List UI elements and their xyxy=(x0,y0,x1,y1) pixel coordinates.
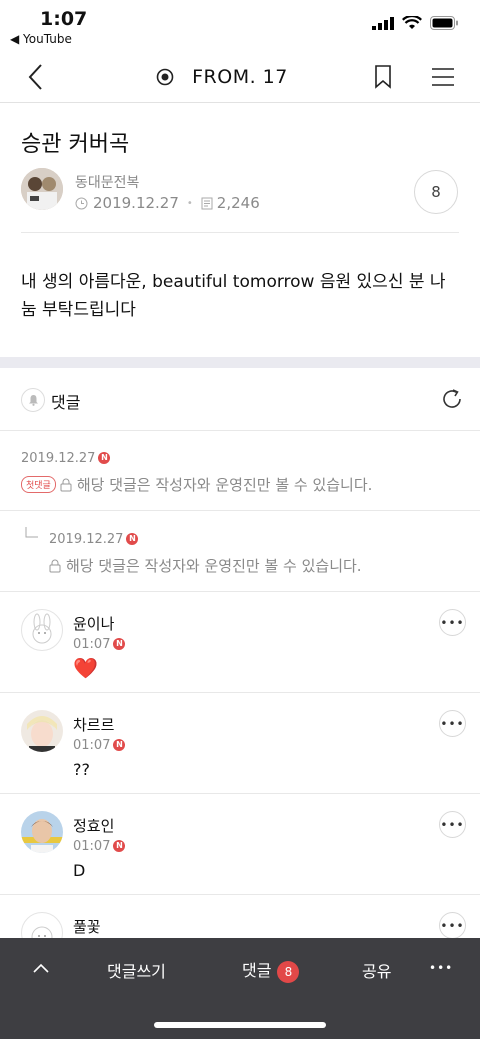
battery-icon xyxy=(430,16,458,30)
locked-comment-text: 해당 댓글은 작성자와 운영진만 볼 수 있습니다. xyxy=(66,557,362,575)
lock-icon xyxy=(49,559,61,572)
divider xyxy=(0,510,480,511)
signal-icon xyxy=(372,16,394,30)
commenter-avatar[interactable] xyxy=(21,710,63,752)
more-dots-icon: ••• xyxy=(440,918,465,933)
home-indicator xyxy=(154,1022,326,1028)
author-avatar[interactable] xyxy=(21,168,63,210)
comment-time: 01:07 xyxy=(73,738,111,753)
navigation-bar: FROM. 17 xyxy=(0,52,480,103)
comment-more-button[interactable]: ••• xyxy=(439,609,466,636)
locked-reply-body: 해당 댓글은 작성자와 운영진만 볼 수 있습니다. xyxy=(49,555,362,576)
view-count: 2,246 xyxy=(216,194,260,212)
comment-count-button[interactable]: 8 xyxy=(414,170,458,214)
comment-more-button[interactable]: ••• xyxy=(439,912,466,939)
back-to-youtube-link[interactable]: ◀ YouTube xyxy=(10,32,72,46)
comments-header: 댓글 xyxy=(0,368,480,431)
wifi-icon xyxy=(402,16,422,29)
notification-bell-icon[interactable] xyxy=(21,388,45,412)
comments-button-label: 댓글 xyxy=(242,961,272,980)
post-date: 2019.12.27 xyxy=(93,194,179,212)
locked-comment-body: 첫댓글 해당 댓글은 작성자와 운영진만 볼 수 있습니다. xyxy=(21,474,372,495)
new-badge: N xyxy=(126,532,139,545)
back-chevron-icon[interactable] xyxy=(20,62,50,92)
comments-button[interactable]: 댓글 8 xyxy=(242,957,300,983)
refresh-icon[interactable] xyxy=(440,387,464,411)
commenter-name[interactable]: 풀꽃 xyxy=(73,916,101,937)
commenter-name[interactable]: 정효인 xyxy=(73,815,114,836)
cafe-title: FROM. 17 xyxy=(192,66,288,88)
bottom-action-bar: 댓글쓰기 댓글 8 공유 ••• xyxy=(0,938,480,1039)
comment-time-row: 01:07 N xyxy=(73,633,126,652)
locked-comment-text: 해당 댓글은 작성자와 운영진만 볼 수 있습니다. xyxy=(76,476,373,494)
new-badge: N xyxy=(113,839,126,852)
meta-separator: • xyxy=(186,197,193,209)
lock-icon xyxy=(60,478,72,491)
menu-icon[interactable] xyxy=(428,62,458,92)
write-comment-button[interactable]: 댓글쓰기 xyxy=(107,958,166,982)
comment-text: ?? xyxy=(73,760,90,779)
comment-date: 2019.12.27 xyxy=(21,451,96,466)
section-divider xyxy=(0,357,480,368)
locked-comment: 2019.12.27 N xyxy=(21,447,111,466)
more-dots-icon: ••• xyxy=(440,615,465,630)
comment-time: 01:07 xyxy=(73,839,111,854)
comment-more-button[interactable]: ••• xyxy=(439,710,466,737)
new-badge: N xyxy=(113,738,126,751)
reply-arrow-icon xyxy=(25,527,38,538)
comment-text: ❤️ xyxy=(73,656,98,680)
status-icons xyxy=(372,16,458,30)
divider xyxy=(0,692,480,693)
comments-count-badge: 8 xyxy=(277,960,300,983)
first-comment-tag: 첫댓글 xyxy=(21,476,56,493)
author-name[interactable]: 동대문전복 xyxy=(75,172,139,192)
clock-icon xyxy=(75,197,88,209)
divider xyxy=(21,232,459,233)
share-button[interactable]: 공유 xyxy=(362,958,391,982)
scroll-top-chevron-icon[interactable] xyxy=(28,956,54,980)
post-body: 내 생의 아름다운, beautiful tomorrow 음원 있으신 분 나… xyxy=(21,272,446,320)
post-title: 승관 커버곡 xyxy=(21,132,130,157)
views-icon xyxy=(201,197,213,209)
comments-label: 댓글 xyxy=(51,393,81,412)
live-record-icon[interactable] xyxy=(150,62,180,92)
comment-date: 2019.12.27 xyxy=(49,532,124,547)
locked-reply: 2019.12.27 N xyxy=(49,528,139,547)
commenter-name[interactable]: 차르르 xyxy=(73,714,114,735)
more-dots-icon: ••• xyxy=(440,817,465,832)
bookmark-icon[interactable] xyxy=(368,62,398,92)
post-meta: 2019.12.27 • 2,246 xyxy=(75,194,260,212)
comment-time-row: 01:07 N xyxy=(73,835,126,854)
divider xyxy=(0,793,480,794)
new-badge: N xyxy=(98,451,111,464)
comment-time-row: 01:07 N xyxy=(73,734,126,753)
status-time: 1:07 xyxy=(40,8,88,30)
divider xyxy=(0,894,480,895)
more-options-button[interactable]: ••• xyxy=(429,961,453,975)
commenter-avatar[interactable] xyxy=(21,811,63,853)
comment-more-button[interactable]: ••• xyxy=(439,811,466,838)
commenter-avatar[interactable] xyxy=(21,609,63,651)
divider xyxy=(0,591,480,592)
new-badge: N xyxy=(113,637,126,650)
comment-time: 01:07 xyxy=(73,637,111,652)
commenter-name[interactable]: 윤이나 xyxy=(73,613,114,634)
comment-text: D xyxy=(73,861,86,880)
more-dots-icon: ••• xyxy=(440,716,465,731)
